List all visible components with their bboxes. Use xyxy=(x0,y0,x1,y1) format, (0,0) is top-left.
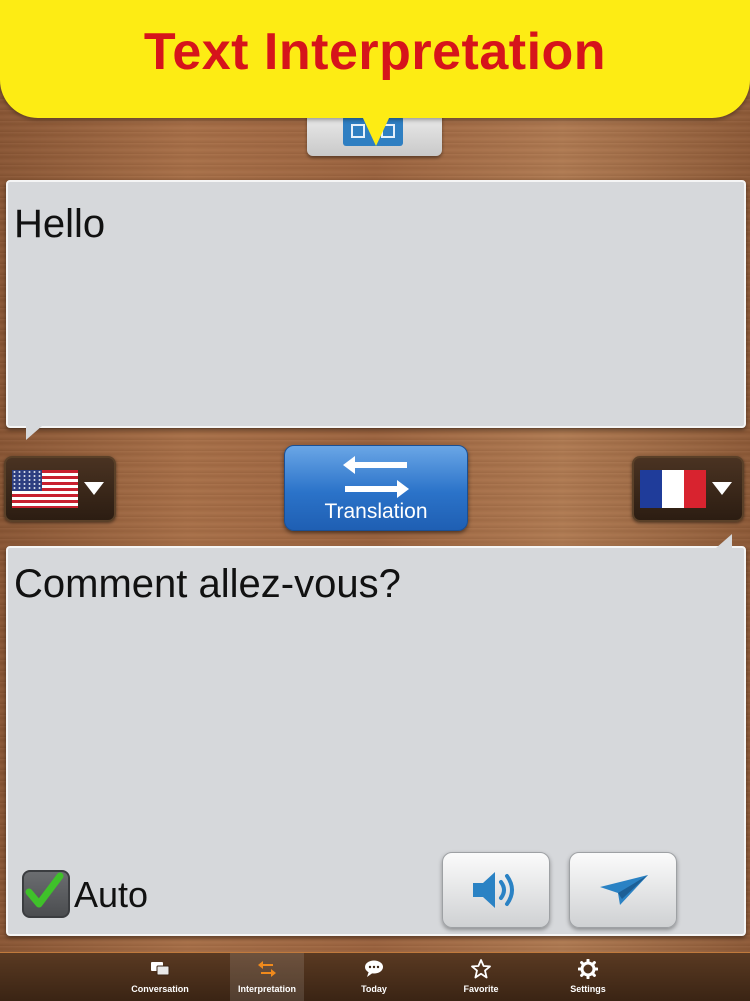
tab-conversation[interactable]: Conversation xyxy=(123,953,197,1001)
auto-checkbox[interactable] xyxy=(22,870,70,918)
speaker-icon xyxy=(473,872,514,908)
target-language-selector[interactable] xyxy=(632,456,744,522)
banner-pointer xyxy=(362,116,390,146)
source-text: Hello xyxy=(14,202,106,246)
tab-label: Favorite xyxy=(463,984,499,994)
speak-button[interactable] xyxy=(442,852,550,928)
france-flag-icon xyxy=(640,470,706,508)
tab-label: Today xyxy=(361,984,387,994)
speech-bubble-icon xyxy=(365,960,383,977)
send-button[interactable] xyxy=(569,852,677,928)
auto-label: Auto xyxy=(74,874,149,915)
tab-today[interactable]: Today xyxy=(337,953,411,1001)
translation-label: Translation xyxy=(324,500,428,523)
bubble-tail xyxy=(26,426,42,440)
tab-label: Interpretation xyxy=(237,984,296,994)
paper-plane-icon xyxy=(600,875,648,905)
swap-arrows-icon xyxy=(343,456,409,498)
tab-label: Conversation xyxy=(131,984,189,994)
page-title: Text Interpretation xyxy=(143,23,607,81)
translated-text: Comment allez-vous? xyxy=(14,562,401,606)
tab-favorite[interactable]: Favorite xyxy=(444,953,518,1001)
gear-icon xyxy=(578,959,598,979)
tab-settings[interactable]: Settings xyxy=(551,953,625,1001)
tab-label: Settings xyxy=(570,984,606,994)
translation-button[interactable]: Translation xyxy=(284,445,468,531)
swap-icon xyxy=(258,961,276,977)
chevron-down-icon xyxy=(84,482,104,495)
chat-bubbles-icon xyxy=(151,962,170,976)
tab-bar: Conversation Interpretation Today Favori… xyxy=(0,952,750,1001)
chevron-down-icon xyxy=(712,482,732,495)
title-banner: Text Interpretation xyxy=(0,0,750,118)
bubble-tail xyxy=(716,534,732,548)
star-icon xyxy=(471,959,491,979)
source-language-selector[interactable] xyxy=(4,456,116,522)
us-flag-icon xyxy=(12,470,78,508)
tab-interpretation[interactable]: Interpretation xyxy=(230,953,304,1001)
checkmark-icon xyxy=(25,872,64,908)
source-text-area[interactable]: Hello xyxy=(6,180,746,440)
